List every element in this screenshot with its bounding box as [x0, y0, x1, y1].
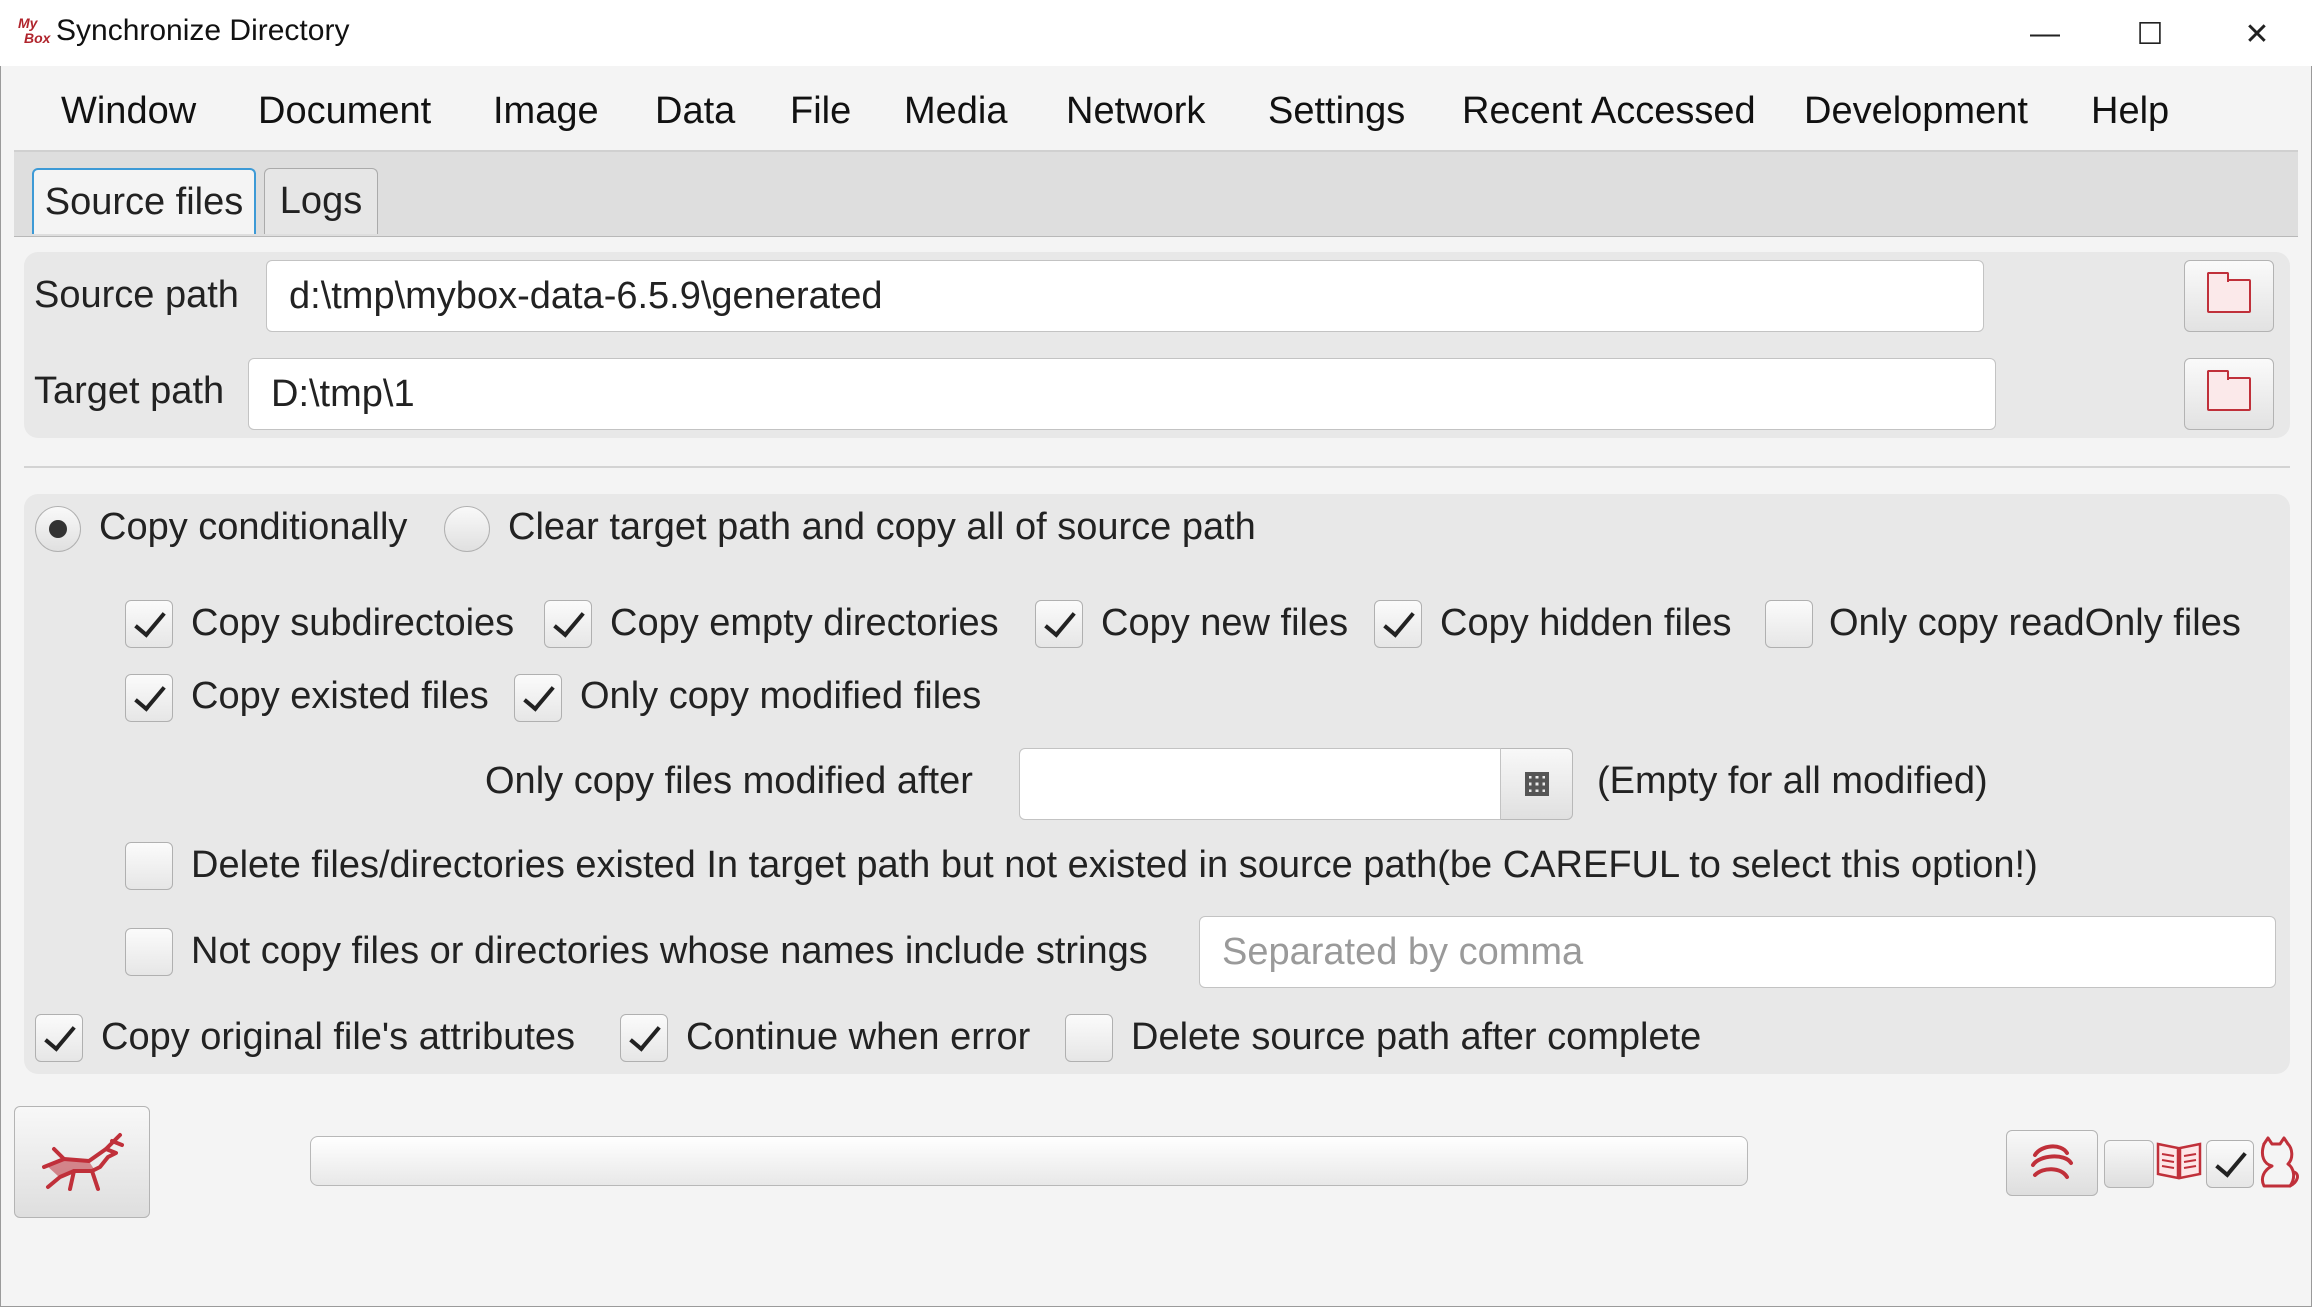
divider — [24, 466, 2290, 468]
menu-network[interactable]: Network — [1066, 90, 1205, 133]
source-path-input[interactable]: d:\tmp\mybox-data-6.5.9\generated — [266, 260, 1984, 332]
copy-empty-directories-checkbox[interactable] — [544, 600, 592, 648]
clear-and-copy-label: Clear target path and copy all of source… — [508, 506, 1256, 548]
logo-text-top: My — [18, 15, 38, 31]
continue-on-error-label: Continue when error — [686, 1016, 1031, 1058]
close-icon: ✕ — [2244, 17, 2270, 51]
menu-file[interactable]: File — [790, 90, 851, 133]
folder-icon — [2207, 272, 2251, 313]
app-logo-icon: My Box — [18, 16, 52, 50]
copy-subdirectories-label: Copy subdirectoies — [191, 602, 515, 644]
only-copy-readonly-label: Only copy readOnly files — [1829, 602, 2241, 644]
target-path-input[interactable]: D:\tmp\1 — [248, 358, 1996, 430]
menu-settings[interactable]: Settings — [1268, 90, 1405, 133]
window-title: Synchronize Directory — [56, 14, 350, 47]
folder-icon — [2207, 370, 2251, 411]
logo-text-bottom: Box — [24, 30, 51, 46]
book-toggle-checkbox[interactable] — [2104, 1140, 2154, 1188]
target-path-label: Target path — [34, 370, 225, 412]
continue-on-error-checkbox[interactable] — [620, 1014, 668, 1062]
copy-new-files-label: Copy new files — [1101, 602, 1349, 644]
book-icon — [2154, 1138, 2204, 1182]
minimize-button[interactable]: — — [2010, 12, 2080, 56]
menu-bar: Window Document Image Data File Media Ne… — [14, 70, 2298, 152]
copy-new-files-checkbox[interactable] — [1035, 600, 1083, 648]
path-panel: Source path d:\tmp\mybox-data-6.5.9\gene… — [24, 252, 2290, 438]
maximize-icon: ☐ — [2136, 17, 2164, 51]
not-copy-names-checkbox[interactable] — [125, 928, 173, 976]
source-path-label: Source path — [34, 274, 239, 316]
tab-bar: Source files Logs — [14, 152, 2298, 237]
copy-attributes-label: Copy original file's attributes — [101, 1016, 576, 1058]
minimize-icon: — — [2030, 17, 2060, 50]
options-panel: Copy conditionally Clear target path and… — [24, 494, 2290, 1074]
copy-empty-directories-label: Copy empty directories — [610, 602, 999, 644]
clear-and-copy-radio[interactable] — [444, 506, 490, 552]
menu-window[interactable]: Window — [61, 90, 196, 133]
cat-icon — [2254, 1134, 2300, 1190]
modified-after-hint: (Empty for all modified) — [1597, 760, 1988, 802]
delete-source-after-checkbox[interactable] — [1065, 1014, 1113, 1062]
modified-after-input[interactable] — [1019, 748, 1501, 820]
only-copy-readonly-checkbox[interactable] — [1765, 600, 1813, 648]
progress-bar — [310, 1136, 1748, 1186]
start-horse-icon — [42, 1133, 124, 1191]
menu-image[interactable]: Image — [493, 90, 599, 133]
menu-help[interactable]: Help — [2091, 90, 2169, 133]
modified-after-label: Only copy files modified after — [485, 760, 973, 802]
not-copy-names-label: Not copy files or directories whose name… — [191, 930, 1148, 972]
copy-subdirectories-checkbox[interactable] — [125, 600, 173, 648]
calendar-icon — [1524, 772, 1549, 796]
copy-hidden-files-label: Copy hidden files — [1440, 602, 1732, 644]
source-folder-button[interactable] — [2184, 260, 2274, 332]
copy-existed-files-checkbox[interactable] — [125, 674, 173, 722]
copy-existed-files-label: Copy existed files — [191, 675, 489, 717]
start-button[interactable] — [14, 1106, 150, 1218]
swirl-icon — [2031, 1144, 2073, 1179]
swirl-button[interactable] — [2006, 1130, 2098, 1196]
menu-recent-accessed[interactable]: Recent Accessed — [1462, 90, 1756, 133]
menu-development[interactable]: Development — [1804, 90, 2028, 133]
maximize-button[interactable]: ☐ — [2115, 12, 2185, 56]
exclude-names-input[interactable]: Separated by comma — [1199, 916, 2276, 988]
close-button[interactable]: ✕ — [2222, 12, 2292, 56]
menu-data[interactable]: Data — [655, 90, 735, 133]
tab-source-files[interactable]: Source files — [32, 168, 256, 234]
delete-source-after-label: Delete source path after complete — [1131, 1016, 1702, 1058]
delete-not-in-source-checkbox[interactable] — [125, 842, 173, 890]
copy-conditionally-radio[interactable] — [35, 506, 81, 552]
copy-attributes-checkbox[interactable] — [35, 1014, 83, 1062]
trailing-checkbox[interactable] — [2206, 1140, 2254, 1188]
title-bar: My Box Synchronize Directory — ☐ ✕ — [0, 0, 2312, 66]
only-copy-modified-checkbox[interactable] — [514, 674, 562, 722]
target-folder-button[interactable] — [2184, 358, 2274, 430]
copy-conditionally-label: Copy conditionally — [99, 506, 408, 548]
copy-hidden-files-checkbox[interactable] — [1374, 600, 1422, 648]
calendar-button[interactable] — [1501, 748, 1573, 820]
delete-not-in-source-label: Delete files/directories existed In targ… — [191, 844, 2038, 886]
menu-media[interactable]: Media — [904, 90, 1008, 133]
only-copy-modified-label: Only copy modified files — [580, 675, 982, 717]
tab-logs[interactable]: Logs — [264, 168, 378, 234]
menu-document[interactable]: Document — [258, 90, 431, 133]
